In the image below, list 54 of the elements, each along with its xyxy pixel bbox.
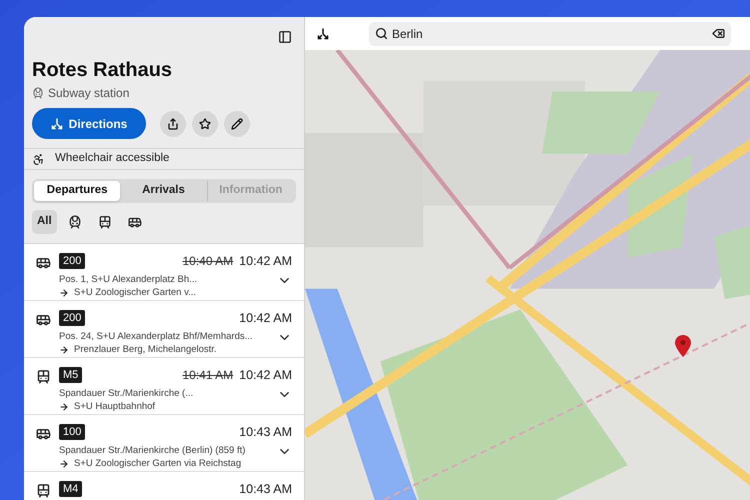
line-badge: M5 xyxy=(59,367,82,384)
share-icon xyxy=(167,118,179,130)
departure-time: 10:43 AM xyxy=(239,424,292,441)
edit-button[interactable] xyxy=(224,110,250,136)
destination: S+U Zoologischer Garten v... xyxy=(74,286,196,300)
line-badge: M4 xyxy=(59,481,82,498)
stop-name: Spandauer Str./Marienkirche (Berlin) (859 ft) xyxy=(59,444,246,458)
star-icon xyxy=(199,118,211,130)
directions-button[interactable]: Directions xyxy=(32,108,146,139)
stop-name: Pos. 24, S+U Alexanderplatz Bhf/Memhards... xyxy=(59,330,254,344)
bus-icon xyxy=(36,255,51,270)
share-button[interactable] xyxy=(160,110,186,136)
search-icon xyxy=(375,27,388,40)
line-badge: 200 xyxy=(59,253,86,270)
tram-icon xyxy=(36,369,51,384)
arrow-icon xyxy=(59,458,69,469)
directions-icon[interactable] xyxy=(317,28,329,40)
line-badge: 100 xyxy=(59,424,86,440)
accessibility-info: Wheelchair accessible xyxy=(55,151,170,166)
wheelchair-icon xyxy=(32,152,45,166)
bus-icon xyxy=(36,312,51,327)
stop-name: Spandauer Str./Marienkirche (... xyxy=(59,387,194,402)
departure-time: 10:42 AM xyxy=(239,310,292,327)
stop-name: Pos. 1, S+U Alexanderplatz Bh... xyxy=(59,273,198,288)
line-badge: 200 xyxy=(59,310,86,326)
filter-chip[interactable]: All xyxy=(32,210,57,234)
arrow-icon xyxy=(59,344,69,355)
tab[interactable]: Departures xyxy=(34,181,120,201)
arrow-icon xyxy=(59,288,69,298)
arrow-icon xyxy=(59,402,69,412)
directions-icon xyxy=(50,118,63,130)
pencil-icon xyxy=(231,118,243,130)
bus-icon xyxy=(36,426,51,441)
destination: S+U Zoologischer Garten via Reichstag xyxy=(74,456,242,471)
departure-time: 10:42 AM xyxy=(239,253,292,270)
departure-time: 10:43 AM xyxy=(239,481,292,498)
search-field[interactable]: Berlin xyxy=(369,22,731,46)
scheduled-time: 10:40 AM xyxy=(182,253,234,270)
tab[interactable]: Arrivals xyxy=(120,181,207,201)
departure-time: 10:42 AM xyxy=(239,367,292,384)
place-title: Rotes Rathaus xyxy=(31,58,174,82)
bus-icon xyxy=(128,215,142,229)
clear-icon[interactable] xyxy=(712,27,725,40)
scheduled-time: 10:41 AM xyxy=(182,367,234,384)
subway-icon xyxy=(32,87,44,99)
search-input[interactable]: Berlin xyxy=(392,24,708,42)
tram-icon xyxy=(36,483,51,498)
destination: S+U Hauptbahnhof xyxy=(74,400,156,414)
tram-icon xyxy=(98,215,112,229)
subway-icon xyxy=(68,215,82,229)
location-pin-icon xyxy=(675,335,691,357)
destination: Prenzlauer Berg, Michelangelostr. xyxy=(74,342,217,357)
place-type: Subway station xyxy=(48,85,130,102)
favorite-button[interactable] xyxy=(192,110,218,136)
